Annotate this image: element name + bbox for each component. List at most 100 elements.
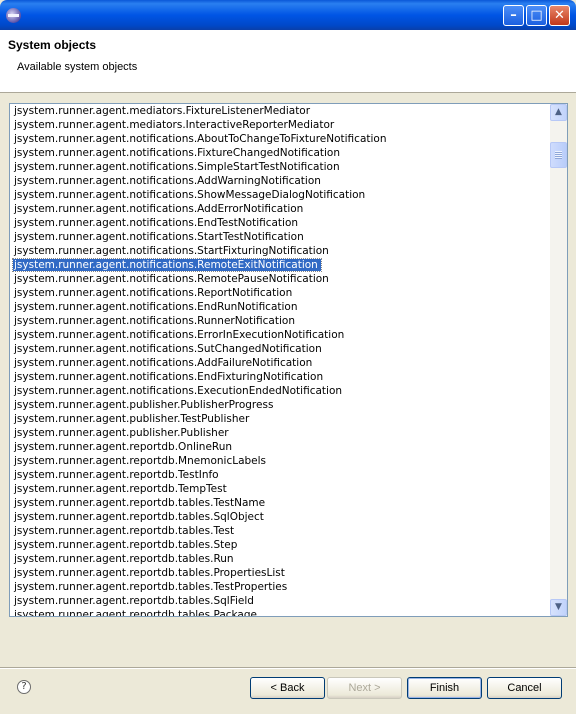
list-item[interactable]: jsystem.runner.agent.reportdb.TempTest xyxy=(10,482,550,496)
scroll-up-button[interactable]: ▲ xyxy=(550,104,567,121)
list-item-label: jsystem.runner.agent.notifications.Remot… xyxy=(12,258,322,272)
list-item-label: jsystem.runner.agent.notifications.Execu… xyxy=(14,385,343,397)
list-item-label: jsystem.runner.agent.notifications.AddFa… xyxy=(14,357,313,369)
close-icon: ✕ xyxy=(554,8,565,23)
list-item[interactable]: jsystem.runner.agent.reportdb.OnlineRun xyxy=(10,440,550,454)
list-item[interactable]: jsystem.runner.agent.notifications.AddFa… xyxy=(10,356,550,370)
list-item[interactable]: jsystem.runner.agent.notifications.Error… xyxy=(10,328,550,342)
system-objects-list[interactable]: jsystem.runner.agent.mediators.FixtureLi… xyxy=(9,103,568,617)
list-item-label: jsystem.runner.agent.reportdb.TempTest xyxy=(14,483,227,495)
cancel-button-label: Cancel xyxy=(507,682,542,694)
page-title: System objects xyxy=(8,38,97,52)
list-item-label: jsystem.runner.agent.notifications.Repor… xyxy=(14,287,293,299)
vertical-scrollbar[interactable]: ▲ ▼ xyxy=(550,104,567,616)
list-item-label: jsystem.runner.agent.notifications.SutCh… xyxy=(14,343,322,355)
list-item[interactable]: jsystem.runner.agent.mediators.Interacti… xyxy=(10,118,550,132)
list-item[interactable]: jsystem.runner.agent.reportdb.tables.Tes… xyxy=(10,524,550,538)
next-button-label: Next > xyxy=(348,682,381,694)
list-item[interactable]: jsystem.runner.agent.notifications.Start… xyxy=(10,230,550,244)
list-item[interactable]: jsystem.runner.agent.notifications.Remot… xyxy=(10,258,550,272)
list-item-label: jsystem.runner.agent.notifications.AddWa… xyxy=(14,175,321,187)
list-items: jsystem.runner.agent.mediators.FixtureLi… xyxy=(10,104,550,617)
list-item-label: jsystem.runner.agent.reportdb.TestInfo xyxy=(14,469,219,481)
list-item-label: jsystem.runner.agent.reportdb.tables.Tes… xyxy=(14,525,235,537)
list-item-label: jsystem.runner.agent.notifications.Start… xyxy=(14,231,304,243)
next-button[interactable]: Next > xyxy=(327,677,402,699)
list-item[interactable]: jsystem.runner.agent.notifications.Runne… xyxy=(10,314,550,328)
list-item-label: jsystem.runner.agent.notifications.ShowM… xyxy=(14,189,366,201)
scroll-thumb[interactable] xyxy=(550,142,567,168)
list-item-label: jsystem.runner.agent.reportdb.OnlineRun xyxy=(14,441,233,453)
list-item-label: jsystem.runner.agent.reportdb.tables.Pro… xyxy=(14,567,285,579)
list-item-label: jsystem.runner.agent.reportdb.tables.Sql… xyxy=(14,595,254,607)
page-description: Available system objects xyxy=(17,61,138,73)
chevron-up-icon: ▲ xyxy=(555,107,562,117)
list-item[interactable]: jsystem.runner.agent.reportdb.tables.Tes… xyxy=(10,496,550,510)
list-item-label: jsystem.runner.agent.reportdb.tables.Tes… xyxy=(14,581,288,593)
list-item-label: jsystem.runner.agent.notifications.About… xyxy=(14,133,387,145)
list-item-label: jsystem.runner.agent.notifications.EndRu… xyxy=(14,301,298,313)
scroll-down-button[interactable]: ▼ xyxy=(550,599,567,616)
list-item[interactable]: jsystem.runner.agent.notifications.Fixtu… xyxy=(10,146,550,160)
list-item[interactable]: jsystem.runner.agent.notifications.EndRu… xyxy=(10,300,550,314)
list-item-label: jsystem.runner.agent.notifications.Fixtu… xyxy=(14,147,341,159)
finish-button[interactable]: Finish xyxy=(407,677,482,699)
list-item-label: jsystem.runner.agent.reportdb.tables.Ste… xyxy=(14,539,238,551)
chevron-down-icon: ▼ xyxy=(555,602,562,612)
list-item-label: jsystem.runner.agent.reportdb.tables.Pac… xyxy=(14,609,257,617)
list-item-label: jsystem.runner.agent.publisher.TestPubli… xyxy=(14,413,250,425)
list-item-label: jsystem.runner.agent.mediators.FixtureLi… xyxy=(14,105,311,117)
list-item[interactable]: jsystem.runner.agent.notifications.Remot… xyxy=(10,272,550,286)
finish-button-label: Finish xyxy=(429,682,460,694)
list-item[interactable]: jsystem.runner.agent.publisher.Publisher… xyxy=(10,398,550,412)
list-item[interactable]: jsystem.runner.agent.notifications.Start… xyxy=(10,244,550,258)
list-item-label: jsystem.runner.agent.publisher.Publisher xyxy=(14,427,229,439)
list-item-label: jsystem.runner.agent.notifications.Error… xyxy=(14,329,345,341)
list-item[interactable]: jsystem.runner.agent.reportdb.tables.Run xyxy=(10,552,550,566)
list-item-label: jsystem.runner.agent.reportdb.tables.Sql… xyxy=(14,511,264,523)
list-item[interactable]: jsystem.runner.agent.reportdb.MnemonicLa… xyxy=(10,454,550,468)
list-item-label: jsystem.runner.agent.notifications.Start… xyxy=(14,245,329,257)
back-button-label: < Back xyxy=(270,682,305,694)
wizard-window: – □ ✕ System objects Available system ob… xyxy=(0,0,576,714)
footer-divider xyxy=(0,667,576,669)
maximize-button[interactable]: □ xyxy=(526,5,547,26)
list-item-label: jsystem.runner.agent.publisher.Publisher… xyxy=(14,399,274,411)
back-button[interactable]: < Back xyxy=(250,677,325,699)
list-item[interactable]: jsystem.runner.agent.reportdb.tables.Tes… xyxy=(10,580,550,594)
wizard-header: System objects Available system objects xyxy=(0,30,576,93)
list-item[interactable]: jsystem.runner.agent.reportdb.tables.Pro… xyxy=(10,566,550,580)
list-item[interactable]: jsystem.runner.agent.reportdb.tables.Sql… xyxy=(10,510,550,524)
list-item[interactable]: jsystem.runner.agent.reportdb.TestInfo xyxy=(10,468,550,482)
list-item-label: jsystem.runner.agent.notifications.EndTe… xyxy=(14,217,299,229)
list-item[interactable]: jsystem.runner.agent.notifications.About… xyxy=(10,132,550,146)
list-item[interactable]: jsystem.runner.agent.notifications.EndFi… xyxy=(10,370,550,384)
list-item[interactable]: jsystem.runner.agent.publisher.TestPubli… xyxy=(10,412,550,426)
list-item-label: jsystem.runner.agent.reportdb.tables.Run xyxy=(14,553,234,565)
help-button[interactable]: ? xyxy=(17,680,31,694)
list-item[interactable]: jsystem.runner.agent.reportdb.tables.Ste… xyxy=(10,538,550,552)
list-item-label: jsystem.runner.agent.notifications.AddEr… xyxy=(14,203,304,215)
list-item[interactable]: jsystem.runner.agent.reportdb.tables.Pac… xyxy=(10,608,550,617)
list-item[interactable]: jsystem.runner.agent.notifications.AddWa… xyxy=(10,174,550,188)
list-item[interactable]: jsystem.runner.agent.notifications.Execu… xyxy=(10,384,550,398)
help-icon: ? xyxy=(21,681,27,692)
minimize-button[interactable]: – xyxy=(503,5,524,26)
minimize-icon: – xyxy=(510,8,517,23)
list-item[interactable]: jsystem.runner.agent.notifications.SutCh… xyxy=(10,342,550,356)
close-button[interactable]: ✕ xyxy=(549,5,570,26)
list-item-label: jsystem.runner.agent.notifications.Remot… xyxy=(14,273,329,285)
list-item-label: jsystem.runner.agent.notifications.EndFi… xyxy=(14,371,324,383)
list-item[interactable]: jsystem.runner.agent.notifications.Simpl… xyxy=(10,160,550,174)
list-item[interactable]: jsystem.runner.agent.notifications.AddEr… xyxy=(10,202,550,216)
list-item[interactable]: jsystem.runner.agent.mediators.FixtureLi… xyxy=(10,104,550,118)
list-item[interactable]: jsystem.runner.agent.notifications.EndTe… xyxy=(10,216,550,230)
list-item-label: jsystem.runner.agent.notifications.Runne… xyxy=(14,315,295,327)
list-item[interactable]: jsystem.runner.agent.publisher.Publisher xyxy=(10,426,550,440)
list-item-label: jsystem.runner.agent.mediators.Interacti… xyxy=(14,119,335,131)
title-bar[interactable]: – □ ✕ xyxy=(0,0,576,30)
list-item[interactable]: jsystem.runner.agent.notifications.Repor… xyxy=(10,286,550,300)
cancel-button[interactable]: Cancel xyxy=(487,677,562,699)
list-item[interactable]: jsystem.runner.agent.notifications.ShowM… xyxy=(10,188,550,202)
list-item[interactable]: jsystem.runner.agent.reportdb.tables.Sql… xyxy=(10,594,550,608)
